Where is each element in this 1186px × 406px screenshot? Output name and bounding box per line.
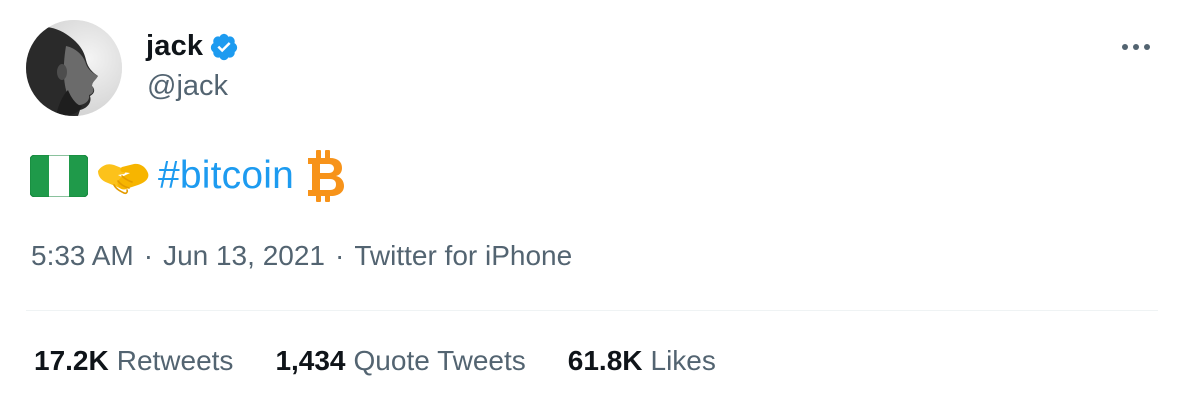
tweet-text: #bitcoin — [30, 148, 346, 204]
hashtag-link[interactable]: #bitcoin — [158, 154, 294, 198]
stat-value: 17.2K — [34, 345, 109, 376]
author-name-row[interactable]: jack — [146, 26, 239, 66]
tweet-time[interactable]: 5:33 AM — [31, 240, 134, 272]
stat-label: Likes — [650, 345, 716, 376]
author-display-name[interactable]: jack — [146, 30, 203, 63]
stat-label: Retweets — [116, 345, 234, 376]
author-handle[interactable]: @jack — [147, 70, 228, 103]
quote-tweets-stat[interactable]: 1,434 Quote Tweets — [275, 345, 525, 377]
stat-value: 1,434 — [275, 345, 346, 376]
handshake-icon — [98, 163, 149, 195]
tweet-stats: 17.2K Retweets 1,434 Quote Tweets 61.8K … — [34, 345, 758, 377]
likes-stat[interactable]: 61.8K Likes — [568, 345, 716, 377]
verified-badge-icon — [209, 32, 239, 62]
meta-separator: · — [334, 240, 345, 271]
stat-value: 61.8K — [567, 345, 643, 376]
nigeria-flag-icon — [30, 155, 88, 197]
tweet-date[interactable]: Jun 13, 2021 — [163, 240, 325, 272]
divider — [26, 310, 1158, 311]
bitcoin-icon — [308, 150, 345, 202]
meta-separator: · — [143, 240, 154, 271]
stat-label: Quote Tweets — [353, 345, 526, 376]
profile-photo — [26, 20, 122, 116]
retweets-stat[interactable]: 17.2K Retweets — [34, 345, 233, 377]
avatar[interactable] — [26, 20, 122, 116]
more-horizontal-icon — [1122, 44, 1150, 50]
tweet-source[interactable]: Twitter for iPhone — [354, 240, 572, 272]
more-options-button[interactable] — [1116, 30, 1156, 64]
tweet-meta: 5:33 AM · Jun 13, 2021 · Twitter for iPh… — [31, 240, 572, 272]
